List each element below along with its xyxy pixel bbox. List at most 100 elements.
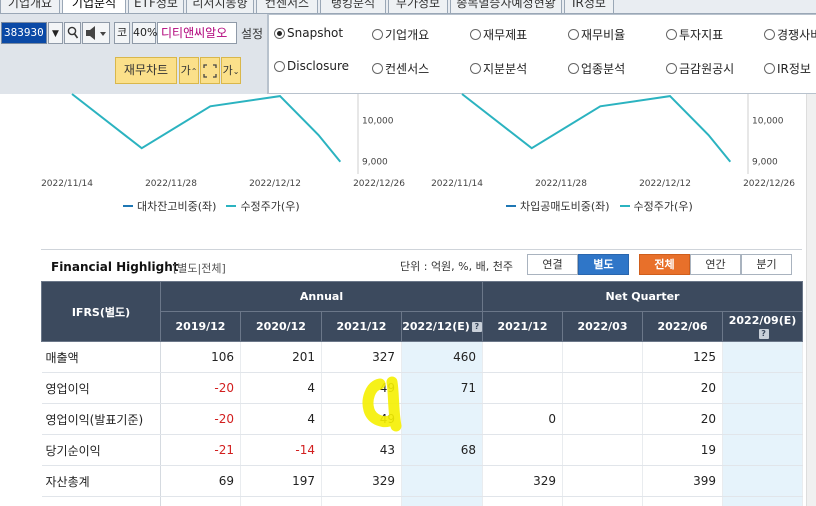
radio-label: Disclosure	[287, 59, 350, 73]
speaker-icon	[86, 26, 106, 40]
financial-highlight-table: IFRS(별도) Annual Net Quarter 2019/12 2020/…	[41, 281, 804, 506]
consolidated-toggle[interactable]: 연결	[527, 254, 578, 275]
radio-investment-indicators[interactable]: 투자지표	[666, 26, 723, 43]
y-tick-label: 10,000	[752, 117, 784, 127]
radio-financial-statements[interactable]: 재무제표	[470, 26, 527, 43]
tab-etf-info[interactable]: ETF정보	[128, 0, 184, 13]
view-selector-panel: Snapshot 기업개요 재무제표 재무비율 투자지표 경쟁사비교 Discl…	[268, 14, 816, 94]
tab-ranking-analysis[interactable]: 랭킹분석	[320, 0, 386, 13]
table-cell: 4	[240, 403, 322, 435]
row-label[interactable]: 영업이익(발표기준)	[41, 403, 161, 435]
tab-research-trends[interactable]: 리서치동향	[186, 0, 254, 13]
separate-toggle[interactable]: 별도	[578, 254, 629, 275]
stock-name-field[interactable]: 디티앤씨알오	[157, 22, 237, 44]
info-icon[interactable]: ?	[471, 322, 482, 332]
ifrs-header: IFRS(별도)	[41, 281, 161, 342]
row-label[interactable]: 부채총계	[41, 496, 161, 506]
stock-code-input[interactable]: 383930	[1, 22, 47, 44]
radio-label: 기업개요	[385, 28, 430, 42]
table-cell: 19	[642, 434, 724, 466]
vertical-scrollbar[interactable]	[806, 94, 816, 506]
table-cell: 71	[401, 372, 484, 404]
font-shrink-button[interactable]: 가⌄	[221, 57, 241, 84]
table-cell: 68	[401, 434, 484, 466]
stock-toolbar: 383930 ▼ 코 40% 디티앤씨알오 설정 재무차트 가⌃ 가⌄	[0, 14, 268, 94]
period-header: 2021/12	[482, 311, 564, 342]
radio-fss-disclosure[interactable]: 금감원공시	[666, 60, 734, 77]
radio-consensus[interactable]: 컨센서스	[372, 60, 429, 77]
x-tick-label: 2022/11/28	[145, 179, 197, 189]
net-quarter-header: Net Quarter	[482, 281, 804, 312]
legend-swatch	[123, 205, 133, 207]
radio-disclosure[interactable]: Disclosure	[274, 59, 349, 73]
chevron-down-icon: ▼	[52, 29, 59, 39]
font-enlarge-button[interactable]: 가⌃	[179, 57, 199, 84]
tab-company-analysis[interactable]: 기업분석	[62, 0, 126, 13]
table-cell	[722, 403, 804, 435]
info-icon[interactable]: ?	[758, 328, 769, 339]
period-header: 2022/06	[642, 311, 724, 342]
radio-company-overview[interactable]: 기업개요	[372, 26, 429, 43]
margin-rate-badge: 40%	[132, 22, 157, 44]
radio-label: 재무비율	[581, 28, 626, 42]
radio-financial-ratios[interactable]: 재무비율	[568, 26, 625, 43]
settings-label[interactable]: 설정	[241, 25, 263, 42]
radio-industry-analysis[interactable]: 업종분석	[568, 60, 625, 77]
table-cell: 460	[401, 341, 484, 373]
resize-button[interactable]	[200, 57, 220, 84]
chart-legend: 차입공매도비중(좌) 수정주가(우)	[506, 198, 693, 214]
radio-icon	[470, 29, 481, 40]
row-label[interactable]: 당기순이익	[41, 434, 161, 466]
table-cell: -14	[240, 434, 322, 466]
table-cell	[722, 496, 804, 506]
radio-label: 컨센서스	[385, 62, 430, 76]
financial-chart-button[interactable]: 재무차트	[115, 57, 177, 84]
sound-button[interactable]	[82, 22, 110, 44]
table-cell	[482, 372, 564, 404]
radio-icon	[666, 29, 677, 40]
y-tick-label: 9,000	[362, 158, 388, 168]
table-cell	[722, 465, 804, 497]
table-cell: 20	[642, 372, 724, 404]
row-label[interactable]: 자산총계	[41, 465, 161, 497]
period-header: 2022/09(E)?	[722, 311, 804, 342]
table-cell	[562, 496, 644, 506]
table-cell	[401, 496, 484, 506]
radio-ownership-analysis[interactable]: 지분분석	[470, 60, 527, 77]
table-cell: 329	[482, 465, 564, 497]
resize-icon	[203, 64, 217, 78]
period-all-button[interactable]: 전체	[639, 254, 690, 275]
tab-consensus[interactable]: 컨센서스	[256, 0, 318, 13]
period-annual-button[interactable]: 연간	[690, 254, 741, 275]
table-cell: 149	[482, 496, 564, 506]
table-cell: 149	[321, 496, 402, 506]
table-cell	[482, 434, 564, 466]
table-cell: -21	[160, 434, 241, 466]
legend-item: 수정주가(우)	[240, 200, 300, 213]
tab-company-overview[interactable]: 기업개요	[0, 0, 60, 13]
row-label[interactable]: 영업이익	[41, 372, 161, 404]
table-row: 매출액 106 201 327 460 125	[41, 341, 804, 373]
search-icon	[67, 26, 78, 39]
row-label[interactable]: 매출액	[41, 341, 161, 373]
legend-item: 수정주가(우)	[633, 200, 693, 213]
tab-extra-info[interactable]: 부가정보	[388, 0, 448, 13]
table-cell: 20	[642, 403, 724, 435]
radio-ir-info[interactable]: IR정보	[764, 60, 811, 77]
radio-snapshot[interactable]: Snapshot	[274, 26, 343, 40]
x-tick-label: 2022/12/26	[353, 179, 405, 189]
radio-competitor-comparison[interactable]: 경쟁사비교	[764, 26, 816, 43]
table-cell: 49	[321, 372, 402, 404]
stock-code-dropdown[interactable]: ▼	[48, 22, 63, 44]
lending-balance-chart: 10,000 9,000 2022/11/14 2022/11/28 2022/12/1…	[41, 93, 412, 220]
tab-ir-info[interactable]: IR정보	[564, 0, 614, 13]
period-quarter-button[interactable]: 분기	[741, 254, 792, 275]
price-series-line	[461, 93, 732, 163]
period-label: 2019/12	[175, 320, 226, 333]
search-button[interactable]	[64, 22, 81, 44]
annual-header: Annual	[159, 281, 484, 312]
x-tick-label: 2022/11/14	[41, 179, 93, 189]
table-cell: 0	[482, 403, 564, 435]
tab-capital-increase[interactable]: 종목별증자예정현황	[450, 0, 562, 13]
radio-label: IR정보	[777, 62, 811, 76]
